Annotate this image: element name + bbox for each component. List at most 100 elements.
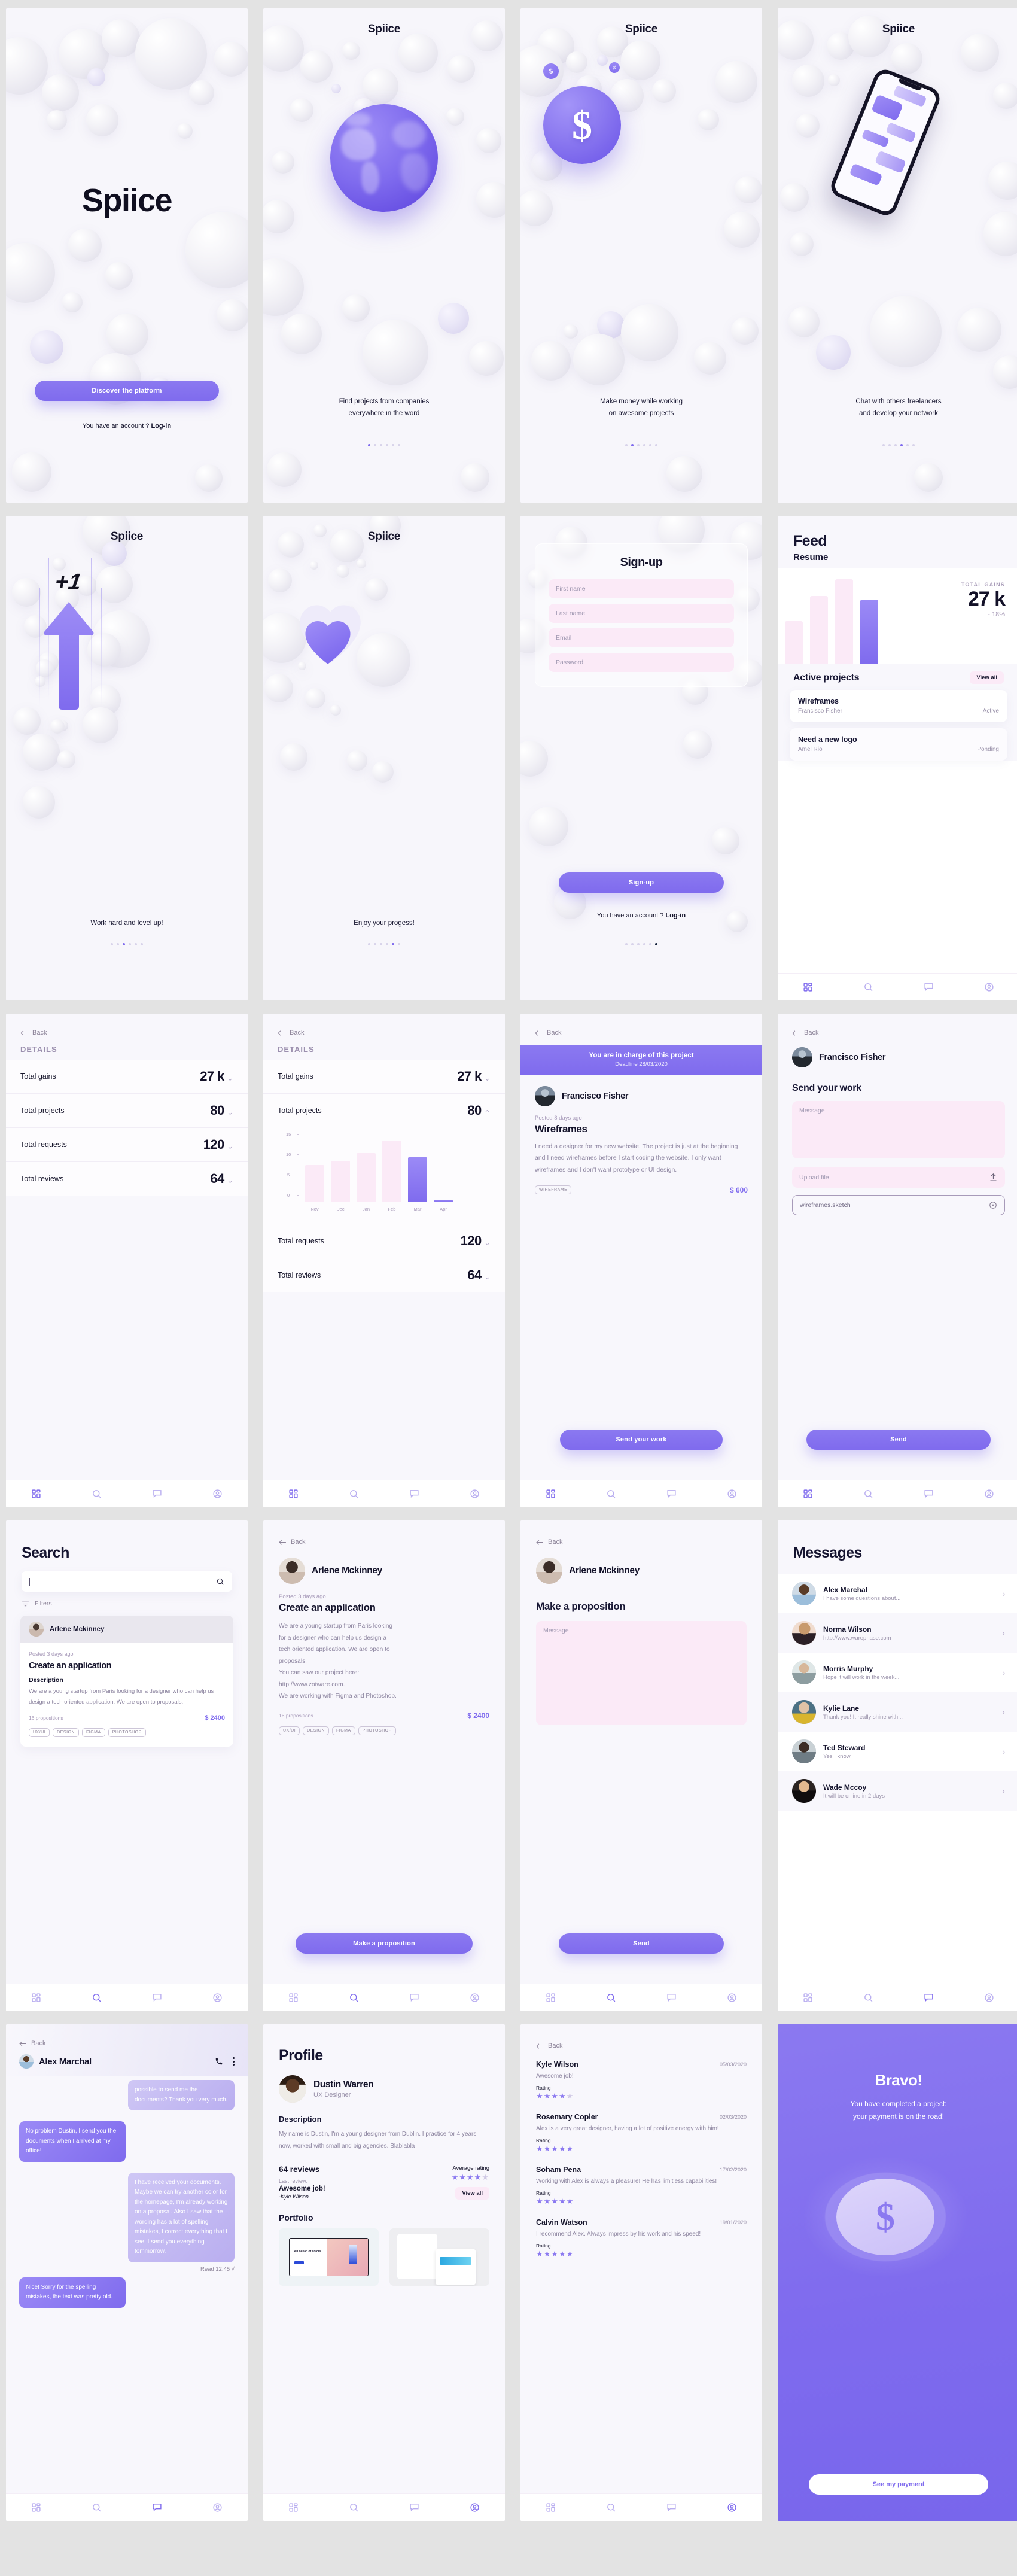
upload-icon[interactable]: [989, 1173, 998, 1182]
list-item[interactable]: Morris Murphy Hope it will work in the w…: [778, 1653, 1017, 1692]
nav-feed[interactable]: [778, 1993, 838, 2003]
chevron-right-icon[interactable]: ›: [1002, 1628, 1005, 1638]
tag[interactable]: FIGMA: [82, 1728, 105, 1738]
tag[interactable]: PHOTOSHOP: [358, 1726, 396, 1736]
make-proposition-button[interactable]: Make a proposition: [296, 1933, 473, 1954]
nav-profile[interactable]: [702, 2502, 762, 2513]
login-link[interactable]: Log-in: [665, 912, 686, 919]
list-item[interactable]: Wade Mccoy It will be online in 2 days ›: [778, 1771, 1017, 1811]
detail-row[interactable]: Total requests 120 ⌄: [263, 1224, 505, 1258]
nav-feed[interactable]: [263, 1489, 324, 1499]
back-button[interactable]: Back: [536, 1538, 747, 1546]
nav-messages[interactable]: [384, 1489, 444, 1499]
nav-messages[interactable]: [384, 1993, 444, 2003]
email-field[interactable]: Email: [549, 628, 734, 647]
nav-search[interactable]: [581, 2502, 641, 2513]
nav-feed[interactable]: [6, 1993, 66, 2003]
nav-feed[interactable]: [520, 1993, 581, 2003]
project-tag[interactable]: WIREFRAME: [535, 1185, 572, 1195]
tag[interactable]: DESIGN: [53, 1728, 80, 1738]
send-button[interactable]: Send: [559, 1933, 724, 1954]
detail-row[interactable]: Total reviews 64 ⌄: [263, 1258, 505, 1292]
send-button[interactable]: Send: [806, 1430, 991, 1450]
send-work-button[interactable]: Send your work: [560, 1430, 723, 1450]
search-icon[interactable]: [216, 1577, 224, 1586]
project-card[interactable]: Wireframes Francisco Fisher Active: [790, 690, 1007, 722]
tag[interactable]: DESIGN: [303, 1726, 330, 1736]
nav-profile[interactable]: [959, 1489, 1017, 1499]
last-name-field[interactable]: Last name: [549, 604, 734, 623]
nav-search[interactable]: [581, 1993, 641, 2003]
portfolio-item[interactable]: An ocean of colors: [279, 2228, 379, 2286]
nav-messages[interactable]: [127, 1993, 187, 2003]
nav-search[interactable]: [838, 1489, 899, 1499]
chevron-down-icon[interactable]: ⌄: [484, 1272, 491, 1281]
chevron-down-icon[interactable]: ⌄: [484, 1238, 491, 1247]
upload-file-field[interactable]: Upload file: [792, 1167, 1005, 1188]
tag[interactable]: UX/UI: [29, 1728, 50, 1738]
chevron-right-icon[interactable]: ›: [1002, 1589, 1005, 1598]
chevron-right-icon[interactable]: ›: [1002, 1786, 1005, 1796]
nav-search[interactable]: [66, 1489, 127, 1499]
list-item[interactable]: Kylie Lane Thank you! It really shine wi…: [778, 1692, 1017, 1732]
list-item[interactable]: Norma Wilson http://www.warephase.com ›: [778, 1613, 1017, 1653]
nav-messages[interactable]: [127, 2502, 187, 2513]
filters-button[interactable]: Filters: [22, 1600, 232, 1607]
search-input[interactable]: [22, 1571, 232, 1592]
see-payment-button[interactable]: See my payment: [809, 2474, 988, 2495]
pagination-dots[interactable]: [6, 943, 248, 945]
back-button[interactable]: Back: [278, 1029, 491, 1036]
nav-messages[interactable]: [899, 1993, 959, 2003]
nav-messages[interactable]: [641, 1993, 702, 2003]
chevron-up-icon[interactable]: ⌄: [484, 1108, 491, 1117]
portfolio-item[interactable]: [389, 2228, 489, 2286]
nav-search[interactable]: [838, 1993, 899, 2003]
view-all-button[interactable]: View all: [455, 2187, 489, 2200]
nav-profile[interactable]: [187, 1993, 248, 2003]
detail-row[interactable]: Total projects 80 ⌄: [6, 1094, 248, 1128]
back-button[interactable]: Back: [19, 2040, 235, 2047]
nav-profile[interactable]: [187, 2502, 248, 2513]
nav-messages[interactable]: [641, 2502, 702, 2513]
list-item[interactable]: Alex Marchal I have some questions about…: [778, 1574, 1017, 1613]
nav-profile[interactable]: [702, 1993, 762, 2003]
nav-messages[interactable]: [899, 1489, 959, 1499]
pagination-dots[interactable]: [778, 444, 1017, 446]
close-icon[interactable]: [989, 1201, 997, 1209]
nav-messages[interactable]: [641, 1489, 702, 1499]
tag[interactable]: FIGMA: [332, 1726, 355, 1736]
nav-profile[interactable]: [702, 1489, 762, 1499]
pagination-dots[interactable]: [263, 444, 505, 446]
nav-search[interactable]: [66, 2502, 127, 2513]
chevron-down-icon[interactable]: ⌄: [227, 1073, 233, 1082]
discover-platform-button[interactable]: Discover the platform: [35, 381, 219, 401]
back-button[interactable]: Back: [535, 1029, 748, 1036]
chevron-down-icon[interactable]: ⌄: [227, 1176, 233, 1185]
back-button[interactable]: Back: [536, 2042, 747, 2049]
nav-search[interactable]: [581, 1489, 641, 1499]
nav-messages[interactable]: [127, 1489, 187, 1499]
message-textarea[interactable]: Message: [536, 1621, 747, 1725]
nav-feed[interactable]: [263, 2502, 324, 2513]
detail-row[interactable]: Total projects 80 ⌄: [263, 1094, 505, 1123]
chevron-down-icon[interactable]: ⌄: [484, 1073, 491, 1082]
signup-submit-button[interactable]: Sign-up: [559, 872, 724, 893]
chevron-down-icon[interactable]: ⌄: [227, 1108, 233, 1117]
search-result-card[interactable]: Arlene Mckinney Posted 3 days ago Create…: [20, 1616, 233, 1747]
detail-row[interactable]: Total requests 120 ⌄: [6, 1128, 248, 1162]
nav-feed[interactable]: [6, 2502, 66, 2513]
password-field[interactable]: Password: [549, 653, 734, 672]
nav-feed[interactable]: [778, 1489, 838, 1499]
pagination-dots[interactable]: [263, 943, 505, 945]
nav-profile[interactable]: [187, 1489, 248, 1499]
message-textarea[interactable]: Message: [792, 1101, 1005, 1158]
view-all-button[interactable]: View all: [970, 671, 1004, 684]
nav-profile[interactable]: [444, 1489, 505, 1499]
back-button[interactable]: Back: [279, 1538, 489, 1546]
nav-feed[interactable]: [520, 2502, 581, 2513]
nav-search[interactable]: [324, 2502, 384, 2513]
detail-row[interactable]: Total gains 27 k ⌄: [263, 1060, 505, 1094]
nav-feed[interactable]: [6, 1489, 66, 1499]
project-card[interactable]: Need a new logo Amel Rio Ponding: [790, 728, 1007, 761]
nav-feed[interactable]: [263, 1993, 324, 2003]
